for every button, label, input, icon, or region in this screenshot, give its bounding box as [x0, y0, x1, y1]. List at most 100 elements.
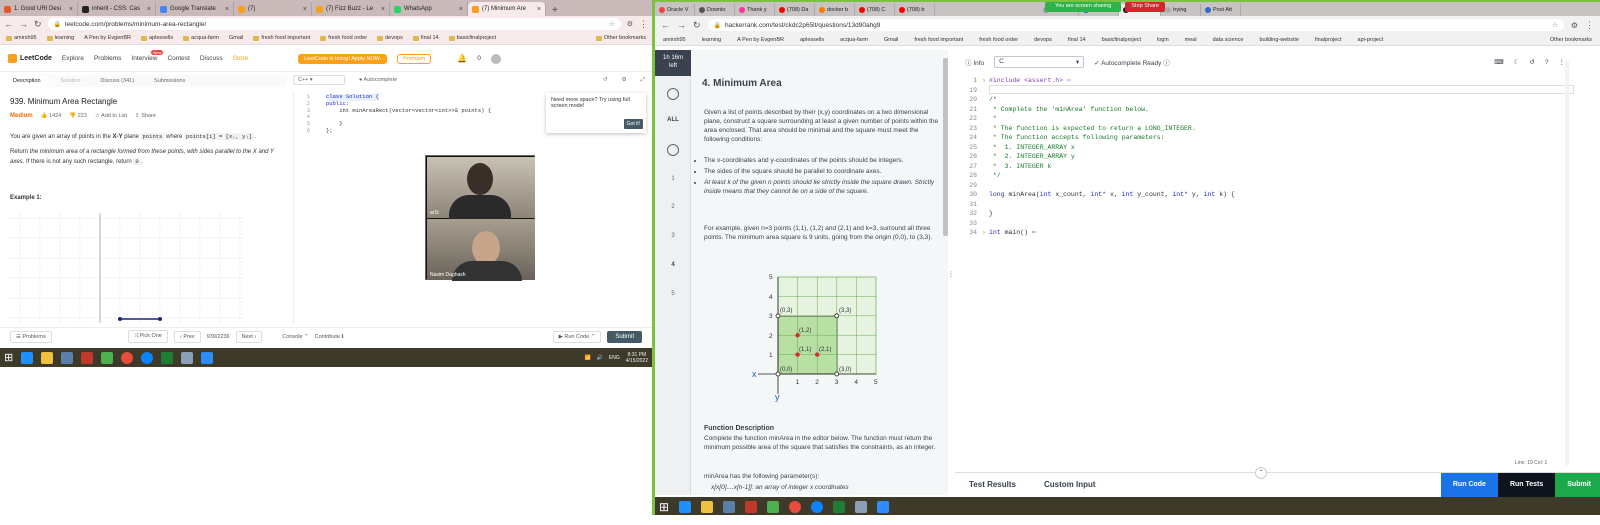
file-explorer-icon[interactable] — [41, 351, 54, 364]
browser-tab[interactable]: trying — [1161, 4, 1201, 16]
share-button[interactable]: ⇪ Share — [135, 113, 156, 119]
browser-tab[interactable]: (7) × — [234, 2, 312, 16]
close-icon[interactable]: × — [303, 6, 307, 13]
bookmark[interactable]: basicfinalproject — [1102, 37, 1141, 43]
nav-store[interactable]: Store — [233, 55, 249, 62]
autocomplete-status[interactable]: ✓ Autocomplete Ready ⓘ — [1094, 57, 1170, 67]
url-field[interactable]: 🔒 hackerrank.com/test/ckdc2p65lt/question… — [707, 19, 1564, 31]
close-icon[interactable]: × — [147, 6, 151, 13]
browser-tab[interactable]: (708) C — [855, 4, 895, 16]
network-icon[interactable]: 📶 — [584, 355, 590, 361]
run-code-button[interactable]: ▶ Run Code ⌃ — [552, 330, 602, 343]
bookmark[interactable]: aplessells — [800, 37, 824, 43]
browser-tab[interactable]: (708) b — [895, 4, 935, 16]
reset-icon[interactable]: ↺ — [1529, 58, 1534, 66]
app-icon[interactable] — [101, 351, 114, 364]
info-button[interactable]: ⓘ Info — [965, 57, 984, 67]
question-2[interactable]: 2 — [655, 204, 691, 210]
bookmark[interactable]: learning — [46, 35, 74, 41]
autocomplete-toggle[interactable]: ● Autocomplete — [359, 77, 397, 83]
nav-interview[interactable]: Interview New — [131, 50, 164, 62]
bookmark[interactable]: data science — [1213, 37, 1244, 43]
reset-icon[interactable]: ↺ — [603, 77, 608, 83]
question-3[interactable]: 3 — [655, 233, 691, 239]
browser-tab[interactable]: WhatsApp × — [390, 2, 468, 16]
url-field[interactable]: 🔒 leetcode.com/problems/minimum-area-rect… — [47, 18, 621, 30]
browser-tab-active[interactable]: (7) Minimum Are × — [468, 2, 546, 16]
bookmark[interactable]: fresh food important — [914, 37, 963, 43]
zoom-icon[interactable] — [877, 501, 890, 513]
bookmark[interactable]: devops — [1034, 37, 1052, 43]
prev-button[interactable]: ‹ Prev — [173, 330, 201, 343]
avatar[interactable] — [490, 53, 501, 64]
help-icon[interactable]: ? — [1545, 59, 1549, 66]
menu-icon[interactable]: ⋮ — [639, 19, 648, 30]
new-tab-icon[interactable]: + — [546, 5, 564, 16]
nav-explore[interactable]: Explore — [62, 55, 84, 62]
extensions-icon[interactable]: ⚙ — [1571, 21, 1578, 30]
nav-discuss[interactable]: Discuss — [200, 55, 223, 62]
edge-icon[interactable] — [141, 351, 154, 364]
settings-icon[interactable]: ⚙ — [622, 77, 627, 83]
resize-handle-icon[interactable]: ⁞ — [950, 272, 952, 279]
reload-icon[interactable]: ↻ — [34, 19, 42, 30]
bookmark[interactable]: aplessells — [140, 35, 173, 41]
bookmark[interactable]: fresh food order — [320, 35, 367, 41]
got-it-button[interactable]: Got it! — [623, 119, 643, 129]
bookmark[interactable]: devops — [377, 35, 403, 41]
virtualbox-icon[interactable] — [181, 351, 194, 364]
fullscreen-icon[interactable]: ⤢ — [641, 77, 645, 84]
like-button[interactable]: 👍 1424 — [41, 113, 62, 119]
ie-icon[interactable] — [21, 351, 34, 364]
close-icon[interactable]: × — [459, 6, 463, 13]
leetcode-logo[interactable]: LeetCode — [8, 54, 52, 63]
bookmark[interactable]: Gmail — [884, 37, 898, 43]
bookmark[interactable]: acqua-farm — [183, 35, 219, 41]
app-icon[interactable] — [745, 501, 758, 513]
description-scrollbar[interactable] — [943, 58, 948, 236]
excel-icon[interactable] — [833, 501, 846, 513]
back-icon[interactable]: ← — [661, 20, 670, 30]
bookmark[interactable]: fresh food order — [979, 37, 1018, 43]
fold-icon[interactable]: › — [982, 76, 986, 86]
menu-icon[interactable]: ⋮ — [1585, 20, 1594, 31]
nav-contest[interactable]: Contest — [167, 55, 189, 62]
browser-tab[interactable]: Google Translate × — [156, 2, 234, 16]
submit-button[interactable]: Submit — [607, 330, 642, 343]
forward-icon[interactable]: → — [19, 19, 28, 29]
all-questions[interactable]: ALL — [655, 117, 691, 123]
file-explorer-icon[interactable] — [701, 501, 714, 513]
pick-one-button[interactable]: ⤨ Pick One — [127, 330, 168, 343]
bookmark[interactable]: Gmail — [229, 35, 243, 41]
bookmark[interactable]: final 14 — [412, 35, 439, 41]
browser-tab[interactable]: Downlo — [695, 4, 735, 16]
volume-icon[interactable]: 🔊 — [597, 355, 603, 361]
app-icon[interactable] — [61, 351, 74, 364]
browser-tab[interactable]: (7) Fizz Buzz - Le × — [312, 2, 390, 16]
ie-icon[interactable] — [679, 501, 692, 513]
bookmark[interactable]: learning — [702, 37, 722, 43]
close-icon[interactable]: × — [537, 6, 541, 13]
excel-icon[interactable] — [161, 351, 174, 364]
app-icon[interactable] — [81, 351, 94, 364]
extensions-icon[interactable]: ⚙ — [627, 20, 633, 28]
tab-description[interactable]: Description — [5, 76, 49, 86]
run-tests-button[interactable]: Run Tests — [1497, 472, 1556, 497]
bookmark[interactable]: acqua-farm — [840, 37, 868, 43]
info-icon[interactable] — [667, 144, 679, 156]
run-code-button[interactable]: Run Code — [1440, 472, 1498, 497]
tab-discuss[interactable]: Discuss (341) — [92, 76, 142, 86]
browser-tab[interactable]: docker b — [815, 4, 855, 16]
bookmark[interactable]: A Pen by EvgenBR — [737, 37, 784, 43]
windows-start-icon[interactable]: ⊞ — [659, 500, 669, 514]
virtualbox-icon[interactable] — [855, 501, 868, 513]
bookmark[interactable]: Other bookmarks — [1550, 37, 1592, 43]
theme-icon[interactable]: ☾ — [1514, 58, 1520, 66]
zoom-icon[interactable] — [201, 351, 214, 364]
browser-tab[interactable]: Oracle V — [655, 4, 695, 16]
reload-icon[interactable]: ↻ — [693, 20, 701, 31]
stop-share-button[interactable]: Stop Share — [1125, 2, 1165, 12]
next-button[interactable]: Next › — [235, 330, 263, 343]
custom-input-tab[interactable]: Custom Input — [1030, 480, 1110, 489]
compass-icon[interactable] — [667, 88, 679, 100]
